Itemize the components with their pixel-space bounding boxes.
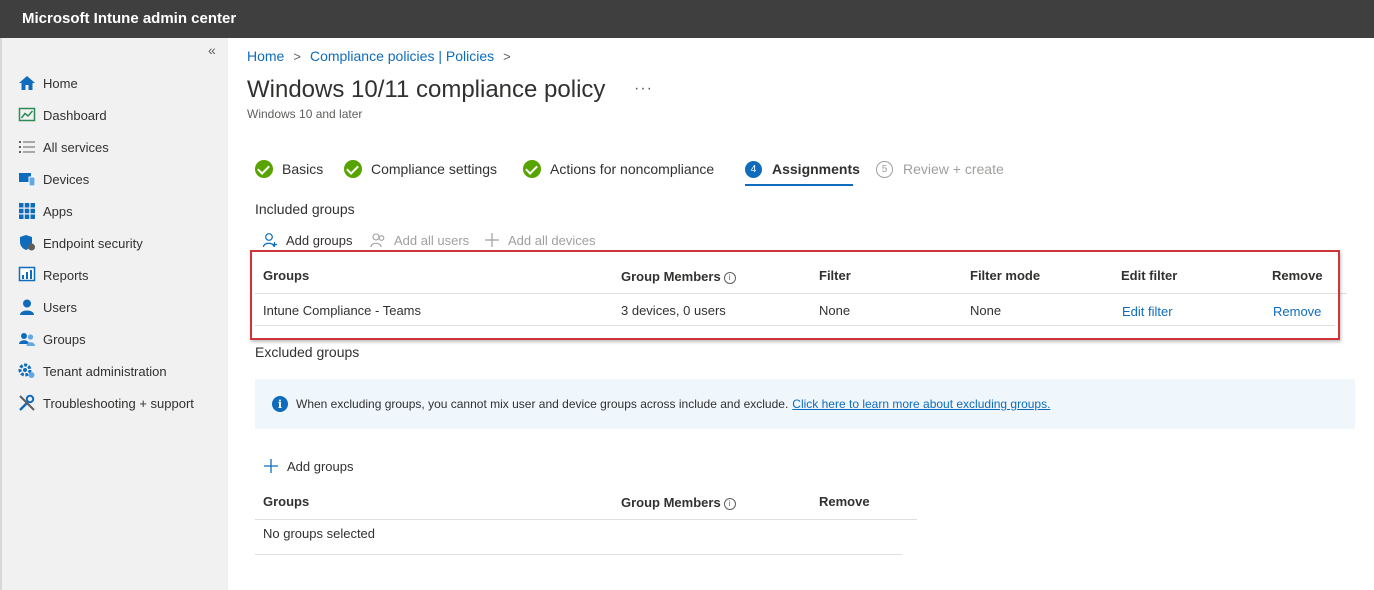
sidebar-item-endpoint-security[interactable]: Endpoint security <box>18 232 143 254</box>
breadcrumb-compliance-policies[interactable]: Compliance policies | Policies <box>310 48 494 64</box>
sidebar-item-label: Devices <box>43 171 90 187</box>
sidebar-item-tenant-administration[interactable]: Tenant administration <box>18 360 167 382</box>
sidebar-item-label: Home <box>43 75 78 91</box>
info-icon[interactable]: i <box>723 497 736 510</box>
plus-icon <box>264 459 278 473</box>
sidebar-item-reports[interactable]: Reports <box>18 264 89 286</box>
sidebar-item-groups[interactable]: Groups <box>18 328 86 350</box>
check-circle-icon <box>523 160 541 178</box>
table-divider <box>255 554 902 555</box>
page-title: Windows 10/11 compliance policy <box>247 76 606 103</box>
sidebar-item-users[interactable]: Users <box>18 296 77 318</box>
sidebar-item-home[interactable]: Home <box>18 72 78 94</box>
sidebar-item-devices[interactable]: Devices <box>18 168 89 190</box>
sidebar: « Home Dashboard All services Devices Ap… <box>0 38 228 590</box>
add-excluded-groups-button[interactable]: Add groups <box>263 458 354 474</box>
sidebar-item-label: All services <box>43 139 109 155</box>
user-icon <box>20 299 34 315</box>
tab-compliance-settings[interactable]: Compliance settings <box>344 158 497 180</box>
shield-icon <box>20 235 35 251</box>
sidebar-item-label: Users <box>43 299 77 315</box>
sidebar-item-label: Tenant administration <box>43 363 167 379</box>
home-icon <box>19 76 35 90</box>
collapse-sidebar-button[interactable]: « <box>208 42 216 58</box>
breadcrumb-separator: > <box>293 48 301 64</box>
add-all-devices-button[interactable]: Add all devices <box>484 232 595 248</box>
breadcrumb: Home > Compliance policies | Policies > <box>247 48 520 64</box>
sidebar-item-dashboard[interactable]: Dashboard <box>18 104 107 126</box>
sidebar-item-apps[interactable]: Apps <box>18 200 73 222</box>
app-title[interactable]: Microsoft Intune admin center <box>22 10 236 27</box>
sidebar-item-label: Dashboard <box>43 107 107 123</box>
step-number-badge: 4 <box>745 160 762 178</box>
page-subtitle: Windows 10 and later <box>247 107 363 121</box>
info-banner-text: When excluding groups, you cannot mix us… <box>296 397 789 411</box>
list-icon <box>19 141 35 153</box>
main-content: Home > Compliance policies | Policies > … <box>228 38 1374 590</box>
table-divider <box>255 519 917 520</box>
wrench-icon <box>19 394 35 411</box>
excluded-groups-heading: Excluded groups <box>255 344 360 360</box>
dashboard-icon <box>18 107 36 122</box>
included-groups-heading: Included groups <box>255 201 355 217</box>
info-icon: i <box>272 396 288 412</box>
reports-icon <box>18 266 36 282</box>
more-options-button[interactable]: ··· <box>634 80 653 98</box>
tab-assignments[interactable]: 4 Assignments <box>745 158 860 180</box>
apps-grid-icon <box>19 203 35 219</box>
sidebar-item-label: Reports <box>43 267 89 283</box>
tab-actions-for-noncompliance[interactable]: Actions for noncompliance <box>523 158 714 180</box>
step-number-badge: 5 <box>876 160 893 178</box>
add-groups-button[interactable]: Add groups <box>262 232 353 248</box>
learn-more-link[interactable]: Click here to learn more about excluding… <box>792 397 1050 411</box>
column-header-group-members[interactable]: Group Members i <box>621 495 736 510</box>
sidebar-item-label: Endpoint security <box>43 235 143 251</box>
sidebar-item-label: Groups <box>43 331 86 347</box>
column-header-remove[interactable]: Remove <box>819 494 870 509</box>
add-all-users-button[interactable]: Add all users <box>370 232 469 248</box>
breadcrumb-separator: > <box>503 48 511 64</box>
plus-icon <box>485 233 499 247</box>
column-header-groups[interactable]: Groups <box>263 494 309 509</box>
gear-icon <box>18 363 35 378</box>
devices-icon <box>19 173 36 187</box>
check-circle-icon <box>344 160 362 178</box>
sidebar-item-troubleshooting[interactable]: Troubleshooting + support <box>18 392 194 414</box>
users-icon <box>370 233 385 248</box>
check-circle-icon <box>255 160 273 178</box>
active-tab-indicator <box>745 184 853 186</box>
sidebar-item-all-services[interactable]: All services <box>18 136 109 158</box>
sidebar-item-label: Troubleshooting + support <box>43 395 194 411</box>
breadcrumb-home[interactable]: Home <box>247 48 284 64</box>
groups-icon <box>19 333 35 346</box>
empty-state-text: No groups selected <box>263 526 376 541</box>
top-bar: Microsoft Intune admin center <box>0 0 1374 38</box>
info-banner: i When excluding groups, you cannot mix … <box>255 379 1355 429</box>
tab-review-create[interactable]: 5 Review + create <box>876 158 1004 180</box>
highlight-box <box>250 250 1340 340</box>
add-user-icon <box>262 233 277 248</box>
tab-basics[interactable]: Basics <box>255 158 323 180</box>
sidebar-item-label: Apps <box>43 203 73 219</box>
